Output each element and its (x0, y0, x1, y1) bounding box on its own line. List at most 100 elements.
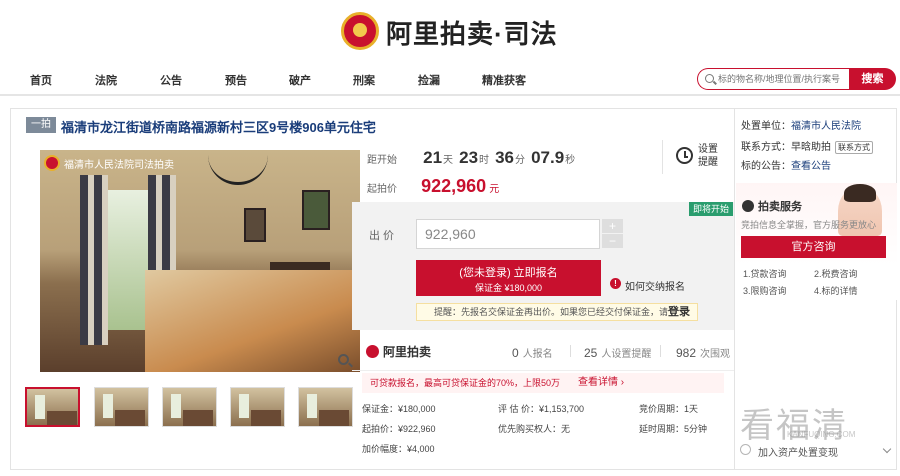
info-icon: ! (610, 278, 621, 289)
round-tag: 一拍 (26, 117, 56, 133)
appraisal-info: 评 估 价：¥1,153,700 (498, 404, 585, 414)
platform-name: 阿里拍卖 (383, 345, 432, 359)
signup-stat: 0 人报名 (512, 345, 553, 360)
nav-item-preview[interactable]: 预告 (225, 72, 247, 88)
view-count: 982 (676, 346, 697, 360)
contact-value: 早晗助拍 (791, 142, 831, 153)
login-link[interactable]: 登录 (668, 306, 690, 318)
nav-item-bankruptcy[interactable]: 破产 (289, 72, 311, 88)
nav-item-announcement[interactable]: 公告 (160, 72, 182, 88)
photo-chandelier (208, 155, 268, 185)
start-price-label: 起拍价 (367, 184, 397, 195)
photo-thumbnail[interactable] (162, 387, 217, 427)
divider (660, 345, 661, 357)
login-notice: 提醒：先报名交保证金再出价。如果您已经交付保证金，请登录 (416, 303, 698, 321)
service-item-purchase-limit[interactable]: 3.限购咨询 (743, 284, 787, 297)
start-price-row: 起拍价 922,960 元 (367, 176, 499, 197)
photo-painting (244, 208, 266, 242)
site-watermark: 看福清 (740, 407, 848, 445)
countdown-minutes: 36 (495, 148, 515, 167)
photo-curtain (80, 175, 108, 345)
photo-thumbnail[interactable] (94, 387, 149, 427)
service-title: 拍卖服务 (758, 201, 802, 213)
photo-thumbnail[interactable] (25, 387, 80, 427)
divider (662, 140, 663, 174)
how-to-pay-link[interactable]: 如何交纳报名 (625, 278, 685, 293)
zoom-icon[interactable] (338, 354, 349, 365)
countdown-days: 21 (423, 148, 443, 167)
contact-info: 联系方式：早晗助拍 联系方式 (741, 138, 873, 154)
alarm-clock-icon[interactable] (676, 147, 693, 164)
view-notice-link[interactable]: 查看公告 (791, 161, 831, 172)
service-item-loan[interactable]: 1.贷款咨询 (743, 267, 787, 280)
signup-label: 人报名 (522, 349, 553, 360)
reminder-count: 25 (584, 346, 598, 360)
countdown-hours-unit: 时 (479, 155, 490, 166)
main-photo[interactable]: 福清市人民法院司法拍卖 (40, 150, 360, 372)
brand-name[interactable]: 阿里拍卖·司法 (386, 14, 558, 51)
countdown-days-unit: 天 (443, 155, 454, 166)
nav-item-home[interactable]: 首页 (30, 72, 52, 88)
gavel-icon (742, 200, 754, 212)
photo-painting (302, 190, 330, 230)
start-price: 922,960 (421, 176, 487, 196)
search-button[interactable]: 搜索 (849, 68, 896, 90)
nav-item-court[interactable]: 法院 (95, 72, 117, 88)
priority-buyer-info: 优先购买权人：无 (498, 424, 571, 434)
nav-item-criminal[interactable]: 刑案 (353, 72, 375, 88)
signup-count: 0 (512, 346, 519, 360)
status-badge: 即将开始 (689, 202, 733, 216)
countdown: 距开始 21天 23时 36分 07.9秒 (367, 148, 578, 168)
bid-label: 出 价 (369, 230, 395, 242)
disposal-unit: 处置单位：福清市人民法院 (741, 117, 861, 132)
nav-item-bargain[interactable]: 捡漏 (418, 72, 440, 88)
search-box (697, 68, 851, 90)
service-item-lot-details[interactable]: 4.标的详情 (814, 284, 858, 297)
view-label: 次围观 (700, 349, 731, 360)
brand-header: 阿里拍卖·司法 (0, 0, 900, 64)
notice-text: 提醒：先报名交保证金再出价。如果您已经交付保证金，请 (434, 307, 669, 317)
set-reminder-button[interactable]: 设置提醒 (698, 143, 720, 169)
notice-label: 标的公告： (741, 161, 791, 172)
register-now-button[interactable]: (您未登录) 立即报名 保证金 ¥180,000 (416, 260, 601, 296)
court-emblem-icon (341, 12, 379, 50)
countdown-hours: 23 (459, 148, 479, 167)
photo-watermark: 福清市人民法院司法拍卖 (64, 160, 174, 171)
register-button-deposit: 保证金 ¥180,000 (474, 283, 543, 293)
delay-period-info: 延时周期：5分钟 (639, 424, 708, 434)
loan-details-link[interactable]: 查看详情 › (578, 373, 624, 393)
bid-period-info: 竞价周期：1天 (639, 404, 699, 414)
watermark-logo-icon (740, 444, 751, 455)
reminder-stat: 25 人设置提醒 (584, 345, 651, 360)
court-link[interactable]: 福清市人民法院 (791, 121, 861, 132)
countdown-seconds: 07.9 (531, 148, 565, 167)
photo-thumbnail[interactable] (298, 387, 353, 427)
loan-notice: 可贷款报名，最高可贷保证金的70%，上限50万 (362, 373, 724, 393)
bid-amount-field[interactable]: 922,960 (416, 219, 600, 249)
start-price-info: 起拍价：¥922,960 (362, 424, 436, 434)
official-consult-button[interactable]: 官方咨询 (741, 236, 886, 258)
service-item-tax[interactable]: 2.税费咨询 (814, 267, 858, 280)
search-input[interactable] (718, 72, 848, 86)
main-nav: 首页 法院 公告 预告 破产 刑案 捡漏 精准获客 搜索 (0, 64, 900, 96)
decrease-bid-button[interactable]: − (602, 234, 623, 248)
countdown-minutes-unit: 分 (515, 155, 526, 166)
deposit-info: 保证金：¥180,000 (362, 404, 436, 414)
photo-bed (145, 270, 360, 372)
divider (570, 345, 571, 357)
countdown-seconds-unit: 秒 (565, 155, 576, 166)
reminder-stat-label: 人设置提醒 (601, 349, 652, 360)
site-watermark-url: KANFUQING.COM (787, 430, 856, 439)
increase-bid-button[interactable]: + (602, 219, 623, 233)
court-emblem-icon (44, 155, 60, 171)
photo-thumbnail[interactable] (230, 387, 285, 427)
search-icon (705, 74, 714, 83)
nav-item-precision[interactable]: 精准获客 (482, 72, 526, 88)
disposal-unit-label: 处置单位： (741, 121, 791, 132)
ali-auction-logo-icon (366, 345, 379, 358)
register-button-label: (您未登录) 立即报名 (459, 267, 558, 279)
lot-title: 福清市龙江街道桥南路福源新村三区9号楼906单元住宅 (61, 120, 376, 135)
currency-unit: 元 (489, 184, 500, 195)
contact-button[interactable]: 联系方式 (835, 140, 873, 154)
asset-disposal-link[interactable]: 加入资产处置变现 (758, 444, 838, 459)
